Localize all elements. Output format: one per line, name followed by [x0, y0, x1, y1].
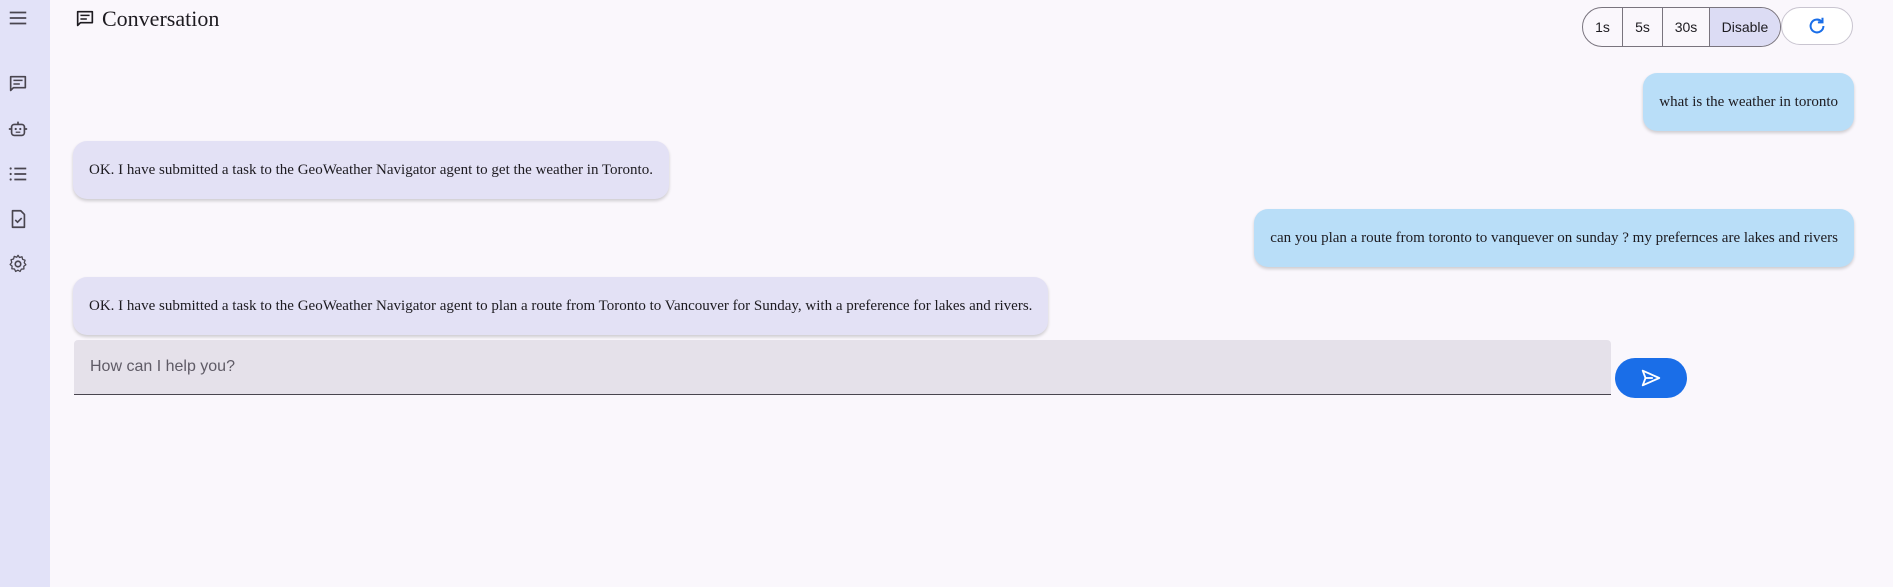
settings-icon [9, 254, 27, 273]
refresh-interval-selector: 1s 5s 30s Disable [1582, 7, 1781, 47]
refresh-disable-button[interactable]: Disable [1710, 8, 1780, 46]
agent-icon [8, 121, 28, 137]
message-input-field [74, 340, 1611, 395]
agent-message: OK. I have submitted a task to the GeoWe… [73, 277, 1049, 335]
page-title: Conversation [74, 6, 219, 32]
task-icon [11, 209, 26, 229]
user-message: what is the weather in toronto [1643, 73, 1854, 131]
menu-icon [9, 11, 27, 25]
refresh-5s-button[interactable]: 5s [1623, 8, 1663, 46]
refresh-1s-button[interactable]: 1s [1583, 8, 1623, 46]
refresh-30s-button[interactable]: 30s [1663, 8, 1710, 46]
agent-message: OK. I have submitted a task to the GeoWe… [73, 141, 669, 199]
send-button[interactable] [1615, 358, 1687, 398]
list-icon [9, 167, 27, 181]
user-message: can you plan a route from toronto to van… [1254, 209, 1854, 267]
conversation-panel: Conversation 1s 5s 30s Disable what is t… [50, 0, 1893, 587]
nav-settings[interactable] [4, 250, 32, 278]
nav-agents[interactable] [4, 115, 32, 143]
nav-rail [0, 0, 50, 587]
refresh-icon [1809, 17, 1825, 34]
refresh-button[interactable] [1781, 7, 1853, 45]
nav-tasks[interactable] [4, 205, 32, 233]
menu-button[interactable] [4, 4, 32, 32]
message-input[interactable] [74, 340, 1611, 394]
page-title-text: Conversation [102, 6, 220, 31]
conversation-icon [76, 10, 94, 27]
send-icon [1641, 369, 1661, 387]
nav-conversations[interactable] [4, 70, 32, 98]
conversation-icon [9, 75, 27, 92]
nav-event-list[interactable] [4, 160, 32, 188]
